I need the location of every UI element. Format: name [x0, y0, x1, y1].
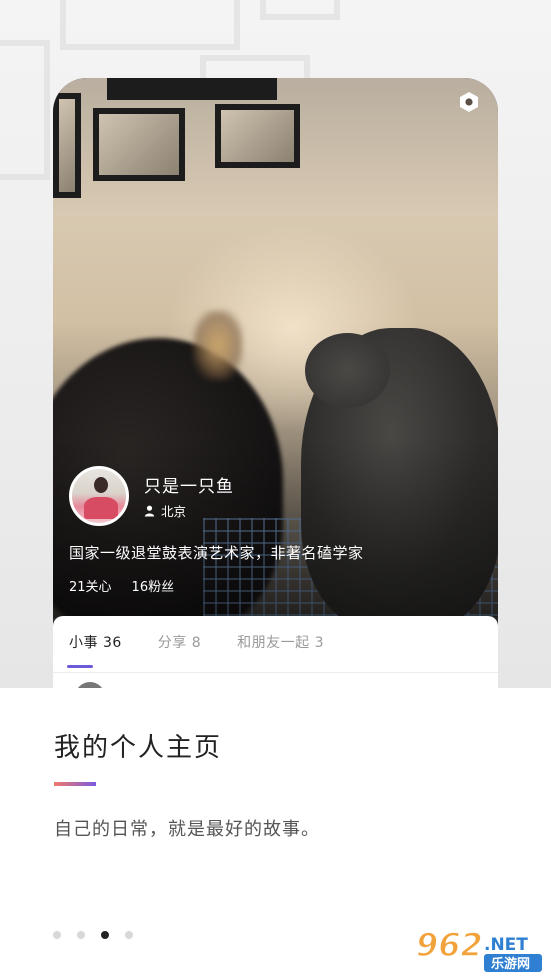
- photo-dog-ear: [193, 310, 243, 380]
- avatar[interactable]: [69, 466, 129, 526]
- svg-text:962: 962: [416, 926, 483, 964]
- phone-screen: 只是一只鱼 北京 国家一级退堂鼓表演艺术家，非著名磕学家 21关心 16粉丝 小…: [53, 78, 498, 690]
- page-dot-4[interactable]: [125, 931, 133, 939]
- onboarding-subtitle: 自己的日常，就是最好的故事。: [54, 819, 320, 840]
- profile-tabs: 小事 36 分享 8 和朋友一起 3: [53, 616, 498, 652]
- page-dot-3-active[interactable]: [101, 931, 109, 939]
- profile-stats: 21关心 16粉丝: [69, 576, 174, 595]
- avatar-figure-head: [94, 477, 108, 493]
- page-dot-1[interactable]: [53, 931, 61, 939]
- person-icon: [144, 505, 155, 516]
- photo-wall-frame: [93, 108, 185, 181]
- profile-username: 只是一只鱼: [144, 477, 234, 497]
- site-watermark-logo: 962 .NET 乐游网: [412, 922, 547, 974]
- tab-moments[interactable]: 小事 36: [69, 632, 122, 652]
- profile-location: 北京: [144, 501, 186, 520]
- settings-button[interactable]: [457, 90, 481, 114]
- background-picture-frame: [0, 40, 50, 180]
- avatar-figure-skirt: [84, 497, 118, 519]
- profile-cover-photo: [53, 78, 498, 638]
- hexagon-settings-icon: [460, 92, 478, 112]
- page-dot-2[interactable]: [77, 931, 85, 939]
- photo-wall-frame: [53, 93, 81, 198]
- location-label: 北京: [161, 504, 187, 519]
- profile-bio: 国家一级退堂鼓表演艺术家，非著名磕学家: [69, 544, 364, 562]
- tab-shares[interactable]: 分享 8: [158, 632, 201, 652]
- svg-text:乐游网: 乐游网: [491, 956, 530, 972]
- photo-wall-frame: [107, 78, 277, 100]
- svg-text:.NET: .NET: [484, 935, 528, 955]
- pagination-dots: [53, 931, 133, 939]
- background-picture-frame: [60, 0, 240, 50]
- tab-divider: [53, 672, 498, 673]
- accent-divider: [54, 782, 96, 786]
- active-tab-indicator: [67, 665, 93, 668]
- profile-tab-panel: 小事 36 分享 8 和朋友一起 3: [53, 616, 498, 690]
- following-count[interactable]: 21关心: [69, 576, 112, 595]
- photo-wall-frame: [215, 104, 300, 168]
- followers-count[interactable]: 16粉丝: [132, 576, 175, 595]
- background-picture-frame: [260, 0, 340, 20]
- tab-with-friends[interactable]: 和朋友一起 3: [237, 632, 324, 652]
- onboarding-title: 我的个人主页: [54, 733, 223, 763]
- photo-cat-head: [305, 333, 390, 408]
